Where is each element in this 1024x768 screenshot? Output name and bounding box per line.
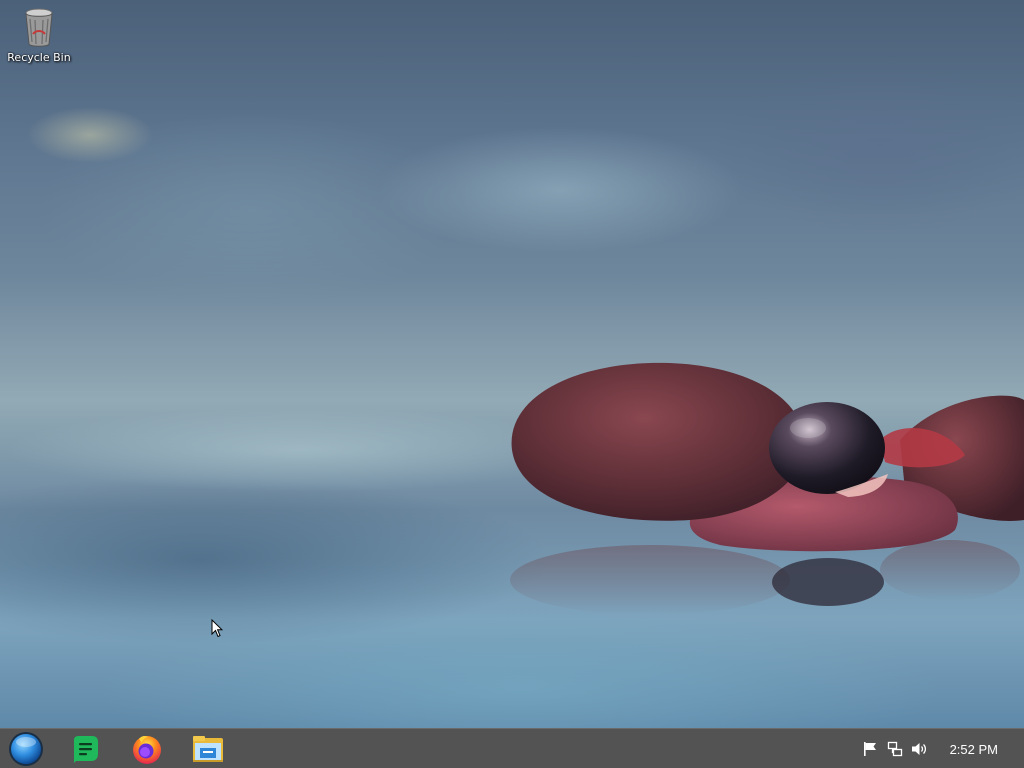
taskbar-notes-app-button[interactable]	[67, 731, 103, 767]
taskbar-clock[interactable]: 2:52 PM	[950, 742, 998, 757]
network-icon	[887, 741, 902, 757]
start-orb-icon	[9, 732, 43, 766]
action-center-button[interactable]	[859, 738, 881, 760]
volume-button[interactable]	[909, 738, 931, 760]
system-tray: 2:52 PM	[859, 729, 1024, 768]
taskbar: 2:52 PM	[0, 728, 1024, 768]
taskbar-file-explorer-button[interactable]	[190, 731, 226, 767]
notes-app-icon	[74, 736, 98, 763]
desktop-icon-recycle-bin[interactable]: Recycle Bin	[6, 6, 72, 76]
action-center-flag-icon	[863, 742, 876, 756]
volume-icon	[911, 743, 926, 755]
file-explorer-icon	[193, 736, 223, 762]
recycle-bin-icon	[25, 8, 53, 47]
start-button[interactable]	[8, 731, 44, 767]
flower-petals-image	[510, 362, 1024, 615]
desktop-wallpaper	[0, 0, 1024, 728]
firefox-icon	[133, 735, 161, 764]
desktop-icon-label: Recycle Bin	[7, 51, 71, 64]
network-button[interactable]	[884, 738, 906, 760]
taskbar-firefox-button[interactable]	[129, 731, 165, 767]
mouse-pointer-icon	[211, 619, 223, 638]
